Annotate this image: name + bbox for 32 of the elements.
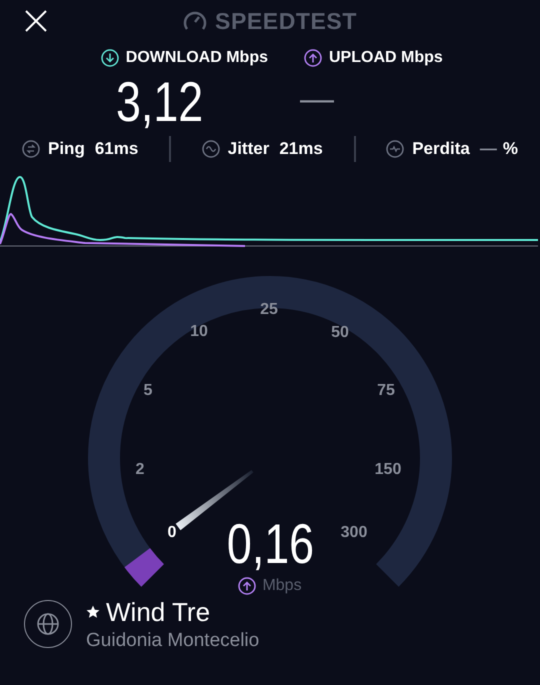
gauge-tick-label: 0	[168, 523, 176, 543]
metric-unit: %	[502, 138, 518, 160]
close-icon[interactable]	[24, 9, 48, 33]
metric-value: 21ms	[279, 138, 323, 160]
gauge-tick-label: 75	[377, 381, 395, 401]
gauge-tick-label: 2	[136, 460, 144, 480]
gauge-tick-label: 25	[260, 300, 278, 320]
metric-label: Ping	[48, 138, 85, 160]
metric-value: 61ms	[94, 138, 138, 160]
gauge-tick-label: 10	[190, 322, 208, 342]
gauge-tick-label: 5	[144, 381, 152, 401]
gauge-reading: 0,16	[226, 516, 314, 572]
result-value: —	[300, 82, 335, 116]
gauge-logo-icon	[183, 10, 208, 32]
result-label: UPLOAD Mbps	[329, 48, 443, 68]
result-value: 3,12	[116, 74, 204, 130]
gauge-tick-label: 50	[331, 323, 349, 343]
server-globe-button[interactable]	[24, 600, 72, 648]
metric-label: Perdita	[412, 138, 470, 160]
globe-icon	[36, 612, 60, 636]
gauge-unit: Mbps	[262, 576, 302, 596]
gauge-tick-label: 150	[374, 460, 402, 480]
app-title: SPEEDTEST	[215, 6, 357, 36]
swap-arrows-icon	[22, 140, 40, 158]
gauge-tick-label: 300	[340, 523, 368, 543]
server-location: Guidonia Montecelio	[86, 628, 260, 652]
result-label: DOWNLOAD Mbps	[126, 48, 268, 68]
metric-label: Jitter	[228, 138, 270, 160]
pulse-icon	[386, 140, 404, 158]
server-name: Wind Tre	[106, 596, 210, 628]
metric-value: —	[480, 138, 497, 160]
wave-icon	[202, 140, 220, 158]
